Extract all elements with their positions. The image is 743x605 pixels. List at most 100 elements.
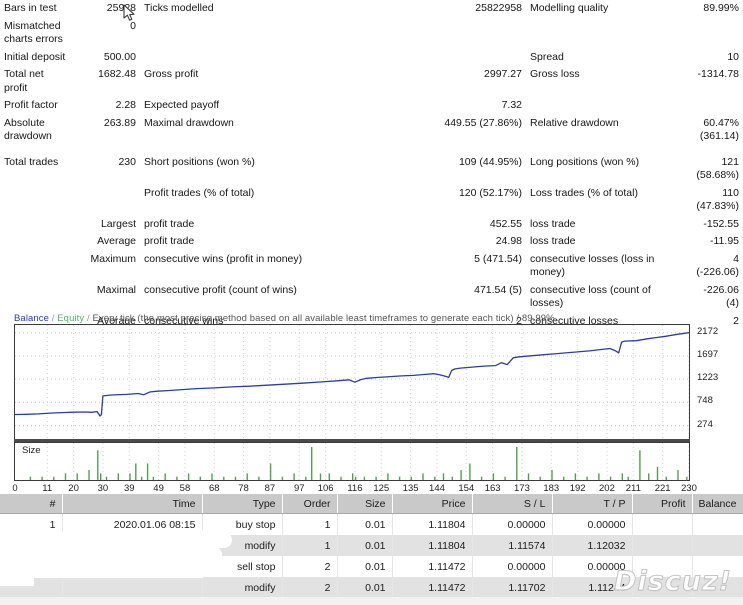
size-bar	[598, 473, 600, 480]
report-value-absolute-drawdown: 263.89	[103, 116, 136, 129]
size-bar	[100, 473, 102, 480]
y-axis-tick: 274	[697, 418, 713, 430]
balance-line	[14, 332, 690, 417]
report-label-total-trades: Total trades	[4, 155, 59, 168]
cell-balance	[692, 535, 743, 556]
table-row[interactable]: 1 2020.01.06 08:15 buy stop 1 0.01 1.118…	[0, 513, 743, 535]
size-bar	[354, 476, 357, 480]
report-row: Total trades 230 Short positions (won %)…	[0, 146, 743, 185]
report-value-expected-payoff: 7.32	[501, 99, 522, 111]
balance-plot-area	[14, 324, 690, 439]
report-value-profit-trades: 120 (52.17%)	[458, 186, 522, 199]
report-value-initial-deposit: 500.00	[103, 50, 136, 63]
trade-table-head: # Time Type Order Size Price S / L T / P…	[0, 494, 743, 514]
size-bar	[340, 476, 342, 480]
size-bar	[328, 473, 330, 480]
cell-balance	[692, 513, 743, 535]
size-bar	[563, 476, 565, 480]
report-row: Maximal consecutive profit (count of win…	[0, 282, 743, 313]
report-label-loss-trades: Loss trades (% of total)	[530, 186, 638, 199]
cell-number	[0, 556, 63, 577]
size-bar	[319, 473, 322, 480]
size-bar	[305, 476, 307, 480]
x-axis-tick: 106	[317, 483, 334, 494]
size-bar	[375, 476, 377, 480]
report-label-max-consecutive-losses: consecutive losses (loss in money)	[530, 252, 655, 279]
column-header-number[interactable]: #	[0, 494, 63, 514]
report-value-largest-loss-trade: -152.55	[703, 217, 739, 230]
size-bar	[442, 473, 445, 480]
size-bar	[551, 470, 553, 480]
size-bar	[64, 473, 67, 480]
report-row: Profit factor 2.28 Expected payoff 7.32	[0, 97, 743, 115]
report-label-initial-deposit: Initial deposit	[4, 50, 66, 63]
size-bar	[574, 473, 577, 480]
cell-number: 1	[0, 513, 63, 535]
size-bar	[677, 470, 679, 480]
report-value-maximal-consecutive-loss: -226.06 (4)	[703, 283, 739, 310]
cell-price: 1.11472	[392, 556, 473, 577]
x-axis-tick: 97	[293, 483, 305, 494]
report-label-profit-factor: Profit factor	[4, 99, 58, 111]
report-value-empty	[684, 18, 743, 49]
size-bar	[639, 450, 641, 480]
cell-stoploss: 0.00000	[472, 513, 553, 535]
report-value-modelling-quality: 89.99%	[703, 2, 739, 14]
report-value-short-positions: 109 (44.95%)	[458, 155, 522, 168]
cell-size: 0.01	[337, 535, 393, 556]
size-bar	[422, 473, 424, 480]
size-bars-svg	[29, 443, 690, 480]
size-bar	[451, 476, 453, 480]
cell-order: 2	[282, 556, 338, 577]
size-bar	[129, 473, 131, 480]
column-header-size[interactable]: Size	[337, 494, 393, 514]
cell-size: 0.01	[337, 577, 393, 598]
size-bar	[460, 470, 462, 480]
report-label-spread: Spread	[530, 50, 564, 63]
report-table-body: Bars in test 25928 Ticks modelled 258229…	[0, 0, 743, 330]
report-value-maximal-drawdown: 449.55 (27.86%)	[444, 116, 522, 129]
x-axis-tick: 116	[347, 483, 363, 494]
column-header-balance[interactable]: Balance	[692, 494, 743, 514]
report-label-empty	[0, 282, 70, 313]
report-label-maximal-consecutive-loss: consecutive loss (count of losses)	[530, 283, 651, 310]
column-header-profit[interactable]: Profit	[632, 494, 693, 514]
column-header-stoploss[interactable]: S / L	[472, 494, 553, 514]
report-label-profit-trades: Profit trades (% of total)	[144, 186, 255, 199]
x-axis-tick: 78	[238, 483, 249, 494]
size-bar	[665, 476, 667, 480]
table-row[interactable]: 2 2020.01.06 08:15 modify 1 0.01 1.11804…	[0, 535, 743, 556]
report-row: Bars in test 25928 Ticks modelled 258229…	[0, 0, 743, 18]
report-label-largest-profit-trade: profit trade	[144, 217, 195, 230]
report-qualifier-largest: Largest	[100, 217, 136, 230]
x-axis-tick: 192	[569, 483, 586, 494]
column-header-price[interactable]: Price	[392, 494, 473, 514]
report-label-average-profit-trade: profit trade	[144, 235, 195, 247]
report-label-empty	[140, 49, 333, 67]
cell-profit	[632, 535, 693, 556]
column-header-order[interactable]: Order	[282, 494, 338, 514]
report-row: Largest profit trade 452.55 loss trade -…	[0, 216, 743, 234]
size-bar	[621, 473, 623, 480]
report-value-empty	[333, 18, 526, 49]
cell-number	[0, 577, 63, 598]
cell-time: 2020.01.06 08:15	[62, 513, 203, 535]
report-value-loss-trades: 110 (47.83%)	[696, 186, 739, 213]
cell-takeprofit: 1.12032	[552, 535, 633, 556]
report-label-bars-in-test: Bars in test	[4, 2, 57, 14]
x-axis-tick: 211	[625, 483, 641, 494]
size-bar	[76, 473, 78, 480]
size-plot-area	[14, 442, 690, 481]
size-bar	[539, 476, 541, 480]
x-axis-tick: 58	[179, 483, 191, 494]
report-value-max-consecutive-losses: 4 (-226.06)	[696, 252, 739, 279]
size-bar	[311, 447, 313, 480]
cell-price: 1.11804	[392, 513, 473, 535]
column-header-time[interactable]: Time	[62, 494, 203, 514]
report-label-gross-loss: Gross loss	[530, 68, 580, 80]
size-bar	[105, 476, 108, 480]
report-label-mismatched-charts-errors: Mismatched charts errors	[4, 19, 63, 46]
size-bar	[53, 476, 55, 480]
column-header-takeprofit[interactable]: T / P	[552, 494, 633, 514]
column-header-type[interactable]: Type	[202, 494, 283, 514]
